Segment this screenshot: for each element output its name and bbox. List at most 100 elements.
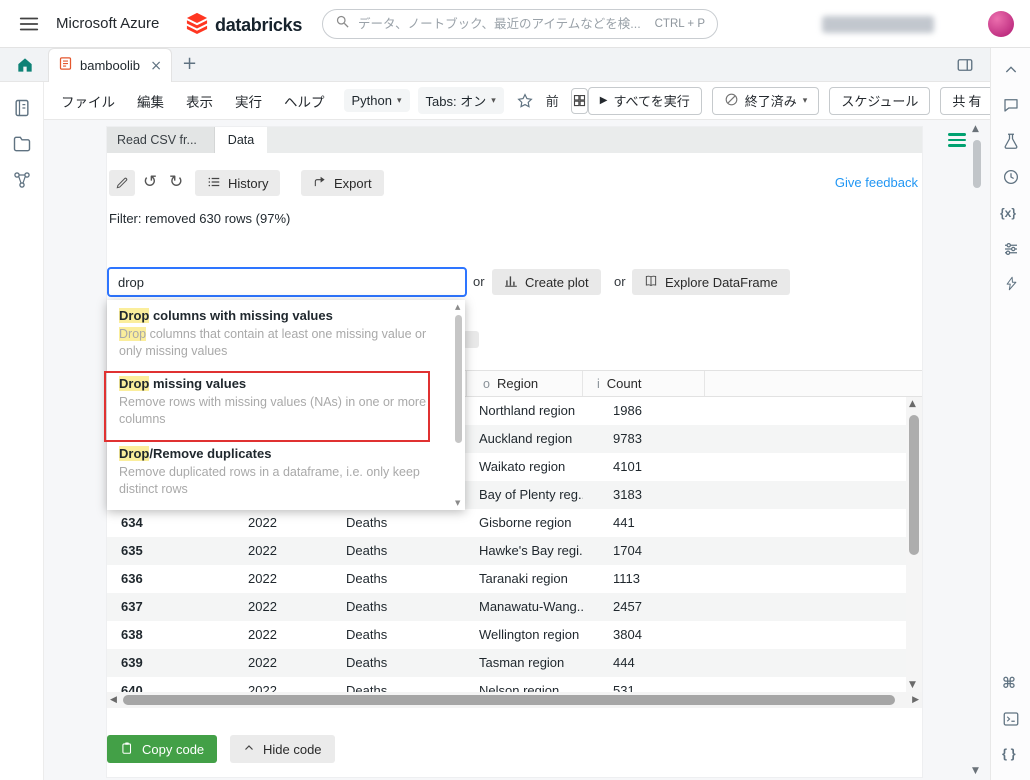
suggestion-description: Remove rows with missing values (NAs) in…	[119, 394, 441, 428]
workspace-selector-blurred[interactable]	[822, 16, 934, 33]
list-icon	[207, 175, 221, 192]
dropdown-scroll-thumb[interactable]	[455, 315, 462, 443]
run-all-button[interactable]: ▶ すべてを実行	[588, 87, 702, 115]
notebooks-icon[interactable]	[12, 98, 32, 123]
cell-year: 2022	[235, 649, 340, 677]
global-search[interactable]: CTRL + P	[322, 9, 718, 39]
page-scrollbar[interactable]: ▲ ▼	[970, 124, 984, 776]
match-highlight: Drop	[119, 327, 146, 341]
command-palette-icon[interactable]: ⌘	[1002, 674, 1016, 692]
terminal-icon[interactable]	[1002, 710, 1020, 733]
scroll-right-icon[interactable]: ▶	[912, 695, 919, 705]
cell-count: 9783	[583, 425, 705, 453]
copy-code-label: Copy code	[142, 742, 204, 757]
menu-item-view[interactable]: 表示	[175, 91, 224, 111]
search-actions-box[interactable]	[107, 267, 467, 297]
cell-count: 531	[583, 677, 705, 692]
language-selector[interactable]: Python ▾	[344, 89, 410, 112]
table-vscroll-thumb[interactable]	[909, 415, 919, 555]
run-status-button[interactable]: 終了済み ▾	[712, 87, 820, 115]
scroll-down-icon[interactable]: ▼	[909, 680, 916, 690]
menu-item-edit[interactable]: 編集	[126, 91, 175, 111]
tab-data[interactable]: Data	[215, 127, 267, 153]
explore-dataframe-button[interactable]: Explore DataFrame	[632, 269, 790, 295]
notebook-tab-bar: bamboolib × +	[0, 48, 1030, 82]
share-label: 共有	[952, 91, 984, 110]
cell-index: 639	[107, 649, 235, 677]
page-scrollbar-thumb[interactable]	[973, 140, 981, 188]
cell-count: 3804	[583, 621, 705, 649]
cell-drag-handle-icon[interactable]	[948, 130, 966, 150]
explore-dataframe-label: Explore DataFrame	[665, 275, 778, 290]
redo-button[interactable]: ↻	[169, 172, 183, 192]
scroll-up-icon[interactable]: ▲	[909, 399, 916, 409]
revision-history-icon[interactable]	[1002, 168, 1020, 191]
give-feedback-link[interactable]: Give feedback	[835, 175, 918, 190]
header-count[interactable]: iCount	[583, 371, 705, 396]
collapse-up-icon[interactable]	[1003, 62, 1019, 83]
copy-code-button[interactable]: Copy code	[107, 735, 217, 763]
history-label: History	[228, 176, 268, 191]
table-horizontal-scrollbar[interactable]: ◀ ▶	[107, 692, 922, 708]
scroll-down-icon[interactable]: ▼	[455, 499, 460, 507]
suggestion-drop-columns[interactable]: Drop columns with missing values Drop co…	[119, 308, 441, 360]
tab-read-csv[interactable]: Read CSV fr...	[107, 127, 215, 153]
workflows-icon[interactable]	[12, 170, 32, 195]
scroll-down-icon[interactable]: ▼	[972, 766, 979, 776]
folder-icon[interactable]	[12, 134, 32, 159]
dropdown-scrollbar[interactable]: ▲ ▼	[454, 301, 464, 509]
table-row: 6402022DeathsNelson region531	[107, 677, 906, 692]
menu-item-file[interactable]: ファイル	[50, 91, 126, 111]
cell-year: 2022	[235, 677, 340, 692]
tabs-toggle[interactable]: Tabs: オン ▾	[418, 87, 504, 114]
code-braces-icon[interactable]: { }	[1002, 746, 1016, 761]
favorite-star-icon[interactable]	[516, 92, 534, 110]
table-row: 6362022DeathsTaranaki region1113	[107, 565, 906, 593]
export-button[interactable]: Export	[301, 170, 384, 196]
suggestion-drop-duplicates[interactable]: Drop/Remove duplicates Remove duplicated…	[119, 446, 441, 498]
create-plot-button[interactable]: Create plot	[492, 269, 601, 295]
variables-icon[interactable]: {x}	[1000, 206, 1016, 220]
tab-close-icon[interactable]: ×	[150, 58, 162, 74]
experiments-icon[interactable]	[1002, 132, 1020, 155]
tabs-toggle-label: Tabs: オン	[426, 91, 487, 110]
share-button[interactable]: 共有	[940, 87, 996, 115]
language-label: Python	[352, 93, 392, 108]
menu-item-help[interactable]: ヘルプ	[273, 91, 336, 111]
scroll-up-icon[interactable]: ▲	[455, 303, 460, 311]
history-button[interactable]: History	[195, 170, 280, 196]
new-tab-button[interactable]: +	[182, 53, 197, 74]
global-search-input[interactable]	[358, 17, 647, 31]
view-grid-button[interactable]	[571, 88, 588, 114]
cell-type: Deaths	[340, 537, 467, 565]
table-vertical-scrollbar[interactable]: ▲ ▼	[906, 397, 922, 692]
menu-item-run[interactable]: 実行	[224, 91, 273, 111]
header-region[interactable]: oRegion	[467, 371, 583, 396]
user-avatar[interactable]	[988, 11, 1014, 37]
edit-pencil-button[interactable]	[109, 170, 135, 196]
scroll-up-icon[interactable]: ▲	[972, 124, 979, 134]
hide-code-button[interactable]: Hide code	[230, 735, 335, 763]
menu-bar-actions: ▶ すべてを実行 終了済み ▾ スケジュール 共有	[588, 87, 997, 115]
undo-button[interactable]: ↺	[143, 172, 157, 192]
schedule-button[interactable]: スケジュール	[829, 87, 930, 115]
terminated-icon	[724, 92, 739, 110]
cell-year: 2022	[235, 565, 340, 593]
cell-count: 441	[583, 509, 705, 537]
schedule-label: スケジュール	[841, 91, 918, 110]
suggestion-drop-missing-values[interactable]: Drop missing values Remove rows with mis…	[119, 376, 441, 428]
right-rail: {x} ⌘ { }	[990, 48, 1030, 780]
home-icon[interactable]	[15, 55, 35, 80]
table-hscroll-thumb[interactable]	[123, 695, 895, 705]
cell-region: Nelson region	[467, 677, 583, 692]
comments-icon[interactable]	[1002, 96, 1020, 119]
notebook-icon	[58, 56, 73, 76]
hamburger-menu-icon[interactable]	[18, 13, 40, 40]
chevron-down-icon: ▾	[491, 96, 496, 106]
tab-bamboolib[interactable]: bamboolib ×	[48, 48, 172, 82]
assistant-bolt-icon[interactable]	[1004, 276, 1019, 296]
settings-sliders-icon[interactable]	[1002, 240, 1020, 263]
panel-toggle-icon[interactable]	[956, 56, 974, 79]
search-actions-input[interactable]	[118, 275, 456, 290]
scroll-left-icon[interactable]: ◀	[110, 695, 117, 705]
